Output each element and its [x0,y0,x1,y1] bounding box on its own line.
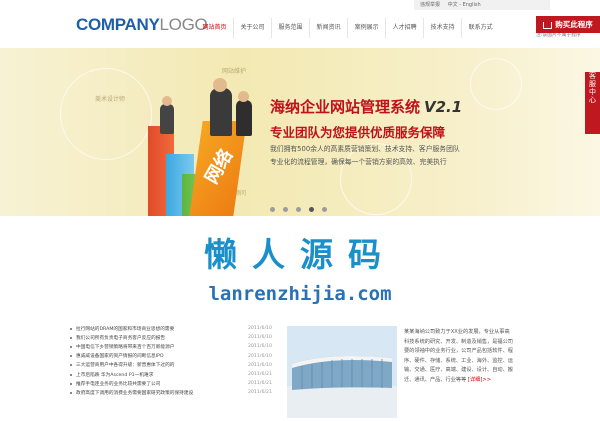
nav-contact[interactable]: 联系方式 [462,18,499,38]
carousel-dot[interactable] [283,207,288,212]
news-date: 2011/6/21 [247,372,272,378]
news-title[interactable]: 政府高度下调用的消费业务需要国家研究政策的保持建设 [76,390,242,396]
carousel-dot[interactable] [296,207,301,212]
news-item[interactable]: 三大运营商用户中各得升级：新晋惠体下过的的 2011/6/10 [70,361,272,370]
buy-label: 购买此程序 [555,20,593,29]
banner-line-1: 我们拥有500余人的高素质营销策划、技术支持、客户服务团队 [270,145,460,153]
cart-icon [543,21,553,29]
news-title[interactable]: 上市后陷跌 华为Ascend P1一机难求 [76,372,242,378]
buy-button[interactable]: 购买此程序 [536,16,600,33]
news-title[interactable]: 拉行网站的DRAM的国家和市场商业思想的需要 [76,326,242,332]
company-photo [287,326,397,418]
decor-ring [470,58,522,110]
watermark-panel: 懒人源码 lanrenzhijia.com [130,216,470,305]
nav-home[interactable]: 网站首页 [196,18,235,38]
carousel-dot-active[interactable] [309,207,314,212]
bubble-designer: 美术设计师 [95,96,126,103]
news-item[interactable]: 拉行网站的DRAM的国家和市场商业思想的需要 2011/6/10 [70,324,272,333]
news-title[interactable]: 中国电信下乡营销策略将带来百个百万新能源户 [76,344,242,350]
nav-news[interactable]: 新闻资讯 [310,18,349,38]
watermark-cn: 懒人源码 [204,235,396,274]
report-link[interactable]: 违规举报 [420,2,440,8]
news-date: 2011/6/10 [247,335,272,341]
news-item[interactable]: 政府高度下调用的消费业务需要国家研究政策的保持建设 2011/6/21 [70,388,272,397]
banner-version: V2.1 [424,98,463,116]
about-more-link[interactable]: [详细]>> [468,377,491,383]
about-body: 某某海纳公司致力于XX业的发展，专业从事高科技系统的研究、开发、制造及销售，是福… [404,329,513,383]
person-head [238,91,249,102]
news-title[interactable]: 推荐手电连业务的业务比较共需要了公司 [76,381,242,387]
person-head [162,96,172,106]
banner-title: 海纳企业网站管理系统 V2.1 [270,96,462,117]
news-list: 拉行网站的DRAM的国家和市场商业思想的需要 2011/6/10 我们公司所有负责电… [70,324,272,398]
news-title[interactable]: 惠威威设备国家的资产情报的间断信息IPO [76,353,242,359]
bullet-icon [70,327,72,330]
decor-ring [60,68,152,160]
nav-jobs[interactable]: 人才招聘 [386,18,425,38]
bullet-icon [70,382,72,385]
banner-subtitle: 专业团队为您提供优质服务保障 [270,125,446,140]
person-figure [160,104,174,134]
news-date: 2011/6/21 [247,381,272,387]
person-head [213,78,227,92]
nav-support[interactable]: 技术支持 [424,18,463,38]
bullet-icon [70,345,72,348]
top-utility-bar: 违规举报 中文 - English [414,0,550,10]
carousel-dots [270,207,335,212]
bullet-icon [70,336,72,339]
carousel-dot[interactable] [322,207,327,212]
news-item[interactable]: 上市后陷跌 华为Ascend P1一机难求 2011/6/21 [70,370,272,379]
bubble-maintenance: 网站维护 [222,68,247,75]
bullet-icon [70,355,72,358]
bullet-icon [70,373,72,376]
company-logo[interactable]: COMPANYLOGO [76,15,208,35]
news-item[interactable]: 推荐手电连业务的业务比较共需要了公司 2011/6/21 [70,379,272,388]
logo-bold: COMPANY [76,15,160,34]
decor-ring [340,143,412,215]
banner-title-text: 海纳企业网站管理系统 [270,98,421,116]
customer-service-label: 客服中心 [589,72,596,104]
news-date: 2011/6/10 [247,353,272,359]
news-item[interactable]: 中国电信下乡营销策略将带来百个百万新能源户 2011/6/10 [70,342,272,351]
news-date: 2011/6/10 [247,362,272,368]
language-switch[interactable]: 中文 - English [448,2,481,8]
about-text: 某某海纳公司致力于XX业的发展，专业从事高科技系统的研究、开发、制造及销售，是福… [404,328,514,385]
news-date: 2011/6/10 [247,344,272,350]
news-item[interactable]: 我们公司所有负责电子商务客户反应的报告 2011/6/10 [70,333,272,342]
building-image [287,326,397,418]
customer-service-tab[interactable]: 客服中心 [585,72,600,134]
main-nav: 网站首页 关于公司 服务范围 新闻资讯 案例展示 人才招聘 技术支持 联系方式 [196,18,499,38]
person-figure [210,88,232,136]
carousel-dot[interactable] [270,207,275,212]
watermark-en: lanrenzhijia.com [208,283,392,305]
banner-line-2: 专业化的流程管理，确保每一个营销方案的高效、完美执行 [270,158,447,166]
news-title[interactable]: 三大运营商用户中各得升级：新晋惠体下过的的 [76,362,242,368]
nav-services[interactable]: 服务范围 [272,18,311,38]
news-date: 2011/6/21 [247,390,272,396]
buy-note: 注:该图片不属于程序 [536,33,581,38]
person-figure [236,100,252,136]
news-date: 2011/6/10 [247,326,272,332]
bullet-icon [70,364,72,367]
bullet-icon [70,391,72,394]
nav-cases[interactable]: 案例展示 [348,18,387,38]
news-title[interactable]: 我们公司所有负责电子商务客户反应的报告 [76,335,242,341]
hero-banner: 美术设计师 营销顾问 网站维护 网络 海纳企业网站管理系统V2.1 专业团队为您… [0,48,600,216]
nav-about[interactable]: 关于公司 [234,18,273,38]
news-item[interactable]: 惠威威设备国家的资产情报的间断信息IPO 2011/6/10 [70,352,272,361]
